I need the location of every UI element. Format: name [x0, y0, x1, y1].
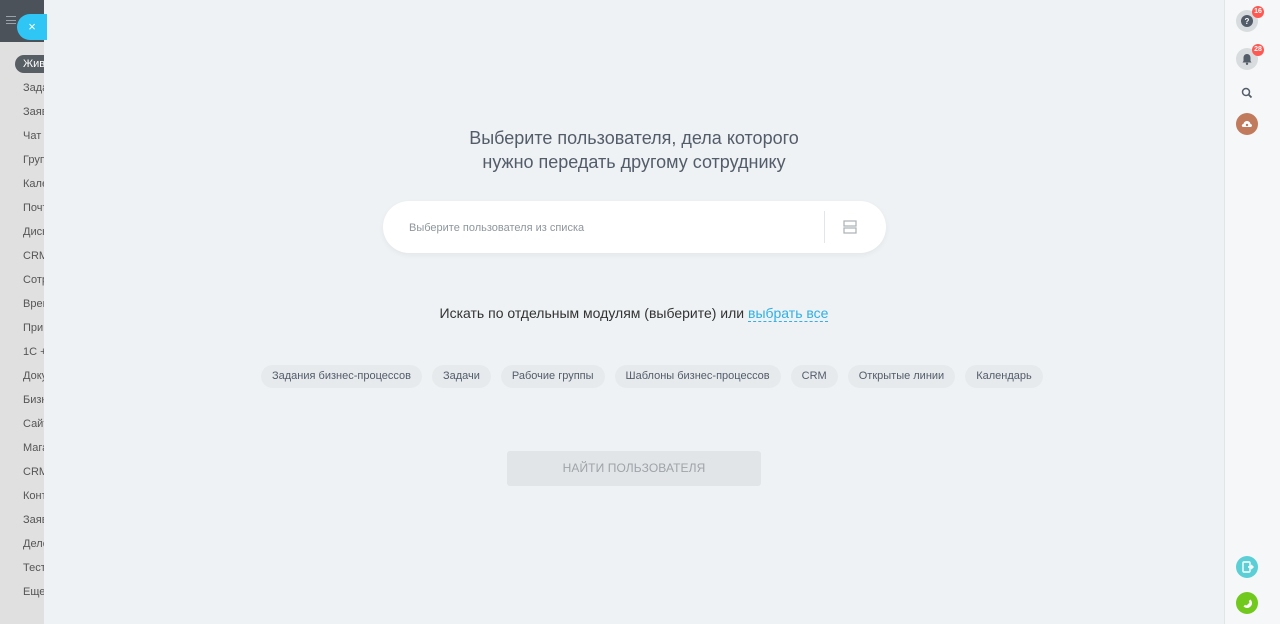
sidebar-menu: Жив Зада Заяв Чат Груп Кале Почт Диск CR… — [0, 52, 44, 604]
module-tag-open-lines[interactable]: Открытые линии — [847, 365, 956, 388]
sidebar-item[interactable]: При — [0, 316, 44, 340]
notifications-icon[interactable]: 28 — [1236, 44, 1264, 70]
sidebar-item[interactable]: CRM — [0, 244, 44, 268]
sidebar-item[interactable]: Тест — [0, 556, 44, 580]
sidebar-item[interactable]: Диск — [0, 220, 44, 244]
close-icon: × — [28, 19, 36, 34]
sidebar-item[interactable]: Жив — [0, 52, 44, 76]
sidebar-item[interactable]: Чат — [0, 124, 44, 148]
notifications-badge: 28 — [1252, 44, 1264, 56]
sidebar-item[interactable]: Сайт — [0, 412, 44, 436]
sidebar-item[interactable]: Кале — [0, 172, 44, 196]
menu-icon[interactable] — [6, 16, 16, 24]
search-icon[interactable] — [1236, 82, 1258, 104]
sidebar-item-label: Жив — [15, 55, 44, 73]
sidebar-item[interactable]: Сотр — [0, 268, 44, 292]
divider — [824, 211, 825, 243]
module-tag-bizproc-templates[interactable]: Шаблоны бизнес-процессов — [614, 365, 781, 388]
close-slider-button[interactable]: × — [17, 14, 47, 40]
logout-icon[interactable] — [1236, 556, 1258, 578]
cloud-icon[interactable] — [1236, 113, 1258, 135]
module-tags: Задания бизнес-процессов Задачи Рабочие … — [261, 365, 1053, 388]
find-user-button[interactable]: НАЙТИ ПОЛЬЗОВАТЕЛЯ — [507, 451, 761, 486]
help-badge: 16 — [1252, 6, 1264, 18]
right-panel: ? 16 28 — [1224, 0, 1280, 624]
sidebar-item[interactable]: Еще — [0, 580, 44, 604]
user-list-icon[interactable] — [838, 217, 862, 237]
modules-prefix-text: Искать по отдельным модулям (выберите) и… — [439, 305, 745, 321]
page-title-line-2: нужно передать другому сотруднику — [482, 152, 786, 172]
sidebar-item[interactable]: Мага — [0, 436, 44, 460]
sidebar-item[interactable]: 1С + — [0, 340, 44, 364]
slider-panel: Выберите пользователя, дела которого нуж… — [44, 0, 1224, 624]
sidebar-item[interactable]: Врем — [0, 292, 44, 316]
sidebar-item[interactable]: Заяв — [0, 100, 44, 124]
sidebar-item[interactable]: Дело — [0, 532, 44, 556]
select-all-link[interactable]: выбрать все — [748, 305, 829, 322]
module-tag-bizproc-tasks[interactable]: Задания бизнес-процессов — [261, 365, 422, 388]
user-select-placeholder: Выберите пользователя из списка — [409, 222, 585, 234]
sidebar-item[interactable]: Почт — [0, 196, 44, 220]
page-title-line-1: Выберите пользователя, дела которого — [469, 128, 799, 148]
sidebar-item[interactable]: Зада — [0, 76, 44, 100]
sidebar-item[interactable]: Бизн — [0, 388, 44, 412]
module-tag-tasks[interactable]: Задачи — [431, 365, 491, 388]
sidebar-item[interactable]: Груп — [0, 148, 44, 172]
sidebar-item[interactable]: Заяв — [0, 508, 44, 532]
module-tag-calendar[interactable]: Календарь — [965, 365, 1043, 388]
module-tag-workgroups[interactable]: Рабочие группы — [500, 365, 605, 388]
modules-line: Искать по отдельным модулям (выберите) и… — [44, 305, 1224, 322]
left-sidebar: Жив Зада Заяв Чат Груп Кале Почт Диск CR… — [0, 0, 44, 624]
page-title: Выберите пользователя, дела которого нуж… — [44, 126, 1224, 174]
phone-icon[interactable] — [1236, 592, 1258, 614]
sidebar-item[interactable]: Доку — [0, 364, 44, 388]
sidebar-item[interactable]: CRM — [0, 460, 44, 484]
help-icon[interactable]: ? 16 — [1236, 6, 1264, 32]
sidebar-item[interactable]: Конт — [0, 484, 44, 508]
module-tag-crm[interactable]: CRM — [790, 365, 838, 388]
svg-text:?: ? — [1245, 17, 1250, 26]
user-select-field[interactable]: Выберите пользователя из списка — [383, 201, 886, 253]
